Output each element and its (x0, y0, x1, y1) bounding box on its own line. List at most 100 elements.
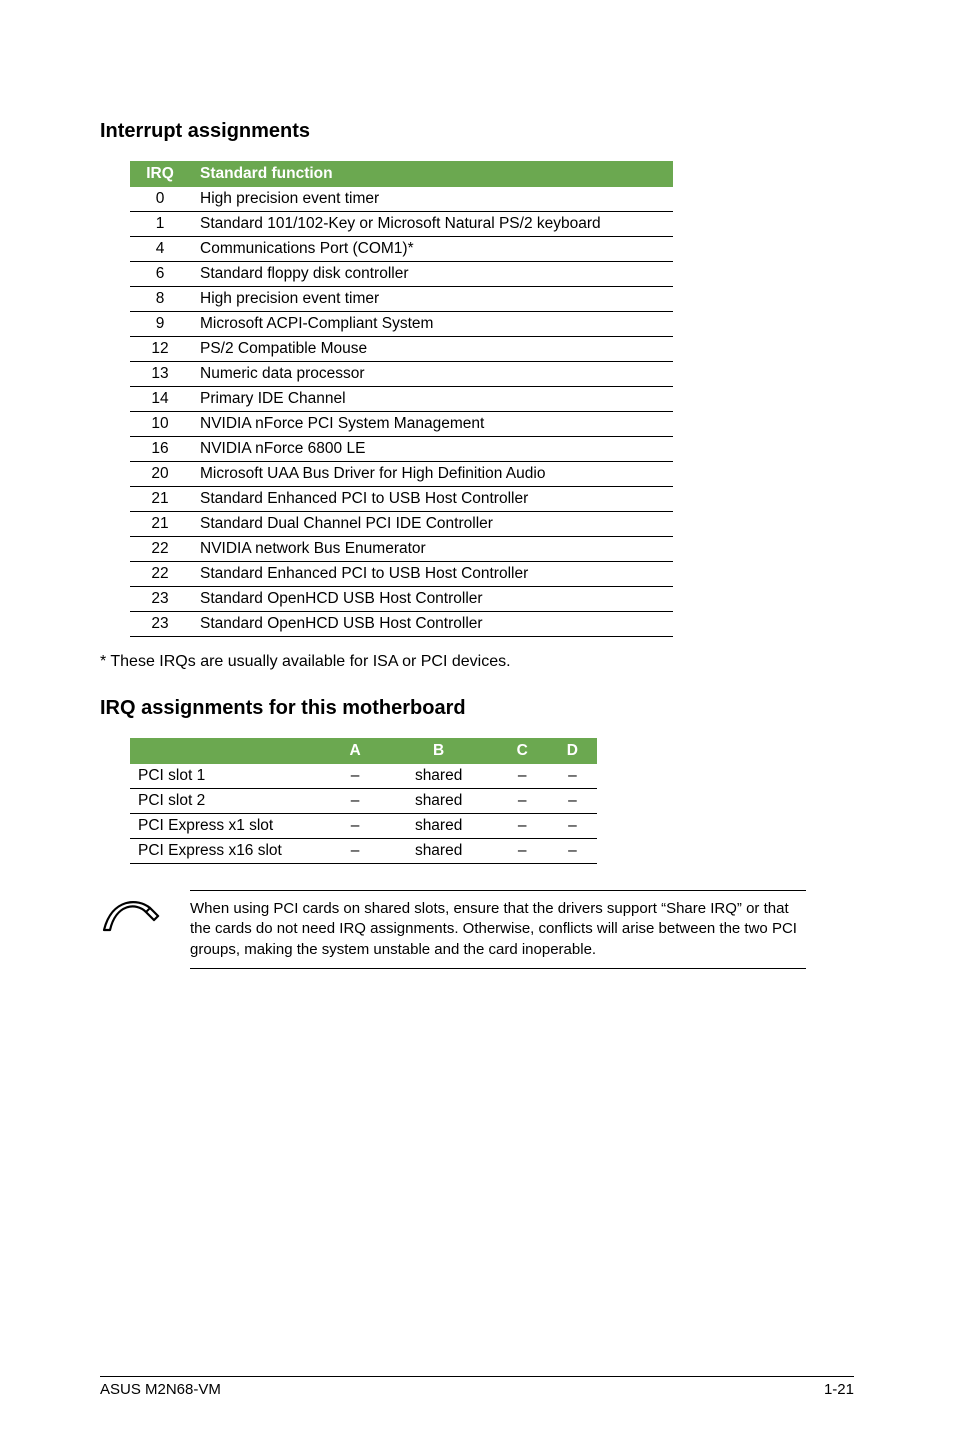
table-row: 21Standard Enhanced PCI to USB Host Cont… (130, 487, 673, 512)
irq-num: 13 (130, 362, 190, 387)
irq-fn: High precision event timer (190, 287, 673, 312)
assign-c: – (497, 764, 547, 789)
irq-num: 10 (130, 412, 190, 437)
assign-b: shared (380, 789, 497, 814)
footer-left: ASUS M2N68-VM (100, 1381, 221, 1398)
irq-header-fn: Standard function (190, 161, 673, 187)
table-row: 21Standard Dual Channel PCI IDE Controll… (130, 512, 673, 537)
assign-d: – (547, 814, 597, 839)
irq-num: 21 (130, 512, 190, 537)
table-row: 1Standard 101/102-Key or Microsoft Natur… (130, 212, 673, 237)
table-row: 23Standard OpenHCD USB Host Controller (130, 587, 673, 612)
table-row: 10NVIDIA nForce PCI System Management (130, 412, 673, 437)
table-row: 22Standard Enhanced PCI to USB Host Cont… (130, 562, 673, 587)
irq-num: 21 (130, 487, 190, 512)
assign-header-d: D (547, 738, 597, 764)
assign-label: PCI Express x16 slot (130, 839, 330, 864)
irq-num: 23 (130, 587, 190, 612)
assign-c: – (497, 814, 547, 839)
table-row: 14Primary IDE Channel (130, 387, 673, 412)
table-row: 9Microsoft ACPI-Compliant System (130, 312, 673, 337)
section-title-assignments: IRQ assignments for this motherboard (100, 697, 854, 720)
table-row: 4Communications Port (COM1)* (130, 237, 673, 262)
irq-fn: Microsoft ACPI-Compliant System (190, 312, 673, 337)
assign-a: – (330, 789, 380, 814)
irq-fn: Standard OpenHCD USB Host Controller (190, 612, 673, 637)
note-callout: When using PCI cards on shared slots, en… (100, 890, 816, 969)
note-text: When using PCI cards on shared slots, en… (190, 899, 806, 960)
irq-fn: Microsoft UAA Bus Driver for High Defini… (190, 462, 673, 487)
irq-header-irq: IRQ (130, 161, 190, 187)
irq-num: 12 (130, 337, 190, 362)
assign-header-blank (130, 738, 330, 764)
assign-b: shared (380, 764, 497, 789)
assign-header-a: A (330, 738, 380, 764)
irq-num: 20 (130, 462, 190, 487)
irq-num: 6 (130, 262, 190, 287)
irq-num: 22 (130, 537, 190, 562)
irq-num: 8 (130, 287, 190, 312)
assign-b: shared (380, 839, 497, 864)
irq-fn: NVIDIA nForce PCI System Management (190, 412, 673, 437)
irq-fn: NVIDIA network Bus Enumerator (190, 537, 673, 562)
table-row: 0High precision event timer (130, 187, 673, 212)
assign-table-head: A B C D (130, 738, 597, 764)
irq-num: 14 (130, 387, 190, 412)
irq-fn: Numeric data processor (190, 362, 673, 387)
assign-table-body: PCI slot 1 – shared – – PCI slot 2 – sha… (130, 764, 597, 864)
irq-fn: Communications Port (COM1)* (190, 237, 673, 262)
irq-num: 22 (130, 562, 190, 587)
footer-right: 1-21 (824, 1381, 854, 1398)
assign-c: – (497, 789, 547, 814)
assign-d: – (547, 839, 597, 864)
irq-num: 9 (130, 312, 190, 337)
assign-c: – (497, 839, 547, 864)
note-star: * These IRQs are usually available for I… (100, 653, 854, 671)
table-row: 8High precision event timer (130, 287, 673, 312)
irq-fn: Standard Dual Channel PCI IDE Controller (190, 512, 673, 537)
irq-fn: Primary IDE Channel (190, 387, 673, 412)
assign-header-c: C (497, 738, 547, 764)
assign-d: – (547, 789, 597, 814)
table-row: PCI slot 1 – shared – – (130, 764, 597, 789)
table-row: PCI Express x16 slot – shared – – (130, 839, 597, 864)
irq-fn: High precision event timer (190, 187, 673, 212)
table-row: PCI slot 2 – shared – – (130, 789, 597, 814)
assign-a: – (330, 764, 380, 789)
irq-fn: Standard floppy disk controller (190, 262, 673, 287)
assign-label: PCI slot 1 (130, 764, 330, 789)
note-text-box: When using PCI cards on shared slots, en… (190, 890, 806, 969)
assign-b: shared (380, 814, 497, 839)
note-icon (100, 890, 164, 947)
table-row: 6Standard floppy disk controller (130, 262, 673, 287)
irq-fn: Standard OpenHCD USB Host Controller (190, 587, 673, 612)
irq-num: 23 (130, 612, 190, 637)
irq-num: 4 (130, 237, 190, 262)
irq-table-body: 0High precision event timer 1Standard 10… (130, 187, 673, 637)
irq-fn: Standard 101/102-Key or Microsoft Natura… (190, 212, 673, 237)
irq-table: IRQ Standard function 0High precision ev… (130, 161, 673, 637)
irq-table-head: IRQ Standard function (130, 161, 673, 187)
table-row: 22NVIDIA network Bus Enumerator (130, 537, 673, 562)
assignments-table: A B C D PCI slot 1 – shared – – PCI slot… (130, 738, 597, 864)
table-row: 20Microsoft UAA Bus Driver for High Defi… (130, 462, 673, 487)
page-footer: ASUS M2N68-VM 1-21 (100, 1376, 854, 1398)
assign-d: – (547, 764, 597, 789)
assign-label: PCI Express x1 slot (130, 814, 330, 839)
irq-fn: PS/2 Compatible Mouse (190, 337, 673, 362)
irq-fn: NVIDIA nForce 6800 LE (190, 437, 673, 462)
irq-num: 16 (130, 437, 190, 462)
table-row: 12PS/2 Compatible Mouse (130, 337, 673, 362)
table-row: 13Numeric data processor (130, 362, 673, 387)
section-title-interrupt: Interrupt assignments (100, 120, 854, 143)
table-row: 16NVIDIA nForce 6800 LE (130, 437, 673, 462)
assign-label: PCI slot 2 (130, 789, 330, 814)
assign-a: – (330, 814, 380, 839)
table-row: 23Standard OpenHCD USB Host Controller (130, 612, 673, 637)
table-row: PCI Express x1 slot – shared – – (130, 814, 597, 839)
irq-num: 0 (130, 187, 190, 212)
assign-a: – (330, 839, 380, 864)
irq-fn: Standard Enhanced PCI to USB Host Contro… (190, 487, 673, 512)
irq-num: 1 (130, 212, 190, 237)
assign-header-b: B (380, 738, 497, 764)
